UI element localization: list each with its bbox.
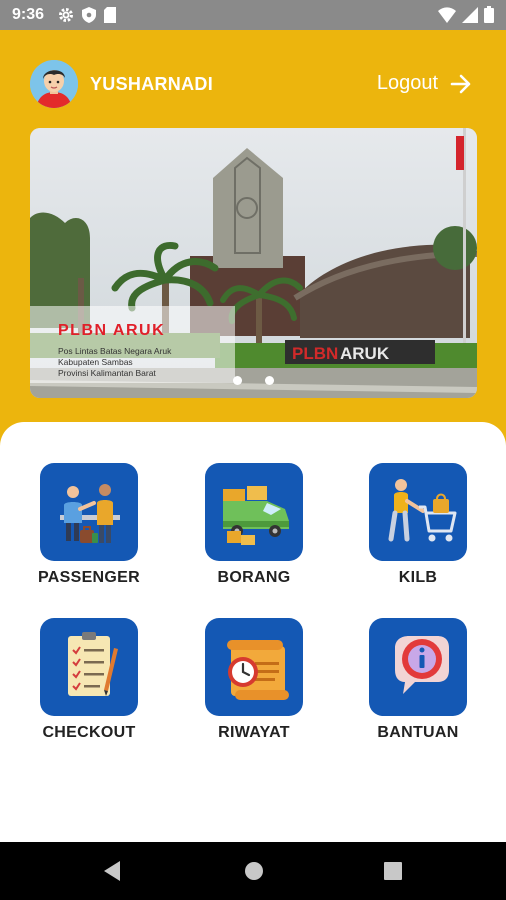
banner-carousel[interactable]: PLBN ARUK PLBN ARUK Pos Lintas Batas Neg… [30,128,477,398]
checklist-icon [68,632,118,696]
banner-line-3: Provinsi Kalimantan Barat [58,368,156,378]
menu-label-riwayat: RIWAYAT [218,724,290,741]
menu-label-passenger: PASSENGER [38,569,140,586]
settings-icon [59,8,74,22]
carousel-dot-2[interactable] [265,376,274,385]
sign-text-plbn: PLBN [292,344,338,363]
sign-text-aruk: ARUK [340,344,390,363]
passenger-icon [60,484,120,543]
menu-item-riwayat[interactable]: RIWAYAT [205,618,303,741]
recents-icon[interactable] [384,862,402,880]
menu-tile-passenger[interactable] [40,463,138,561]
menu-tile-kilb[interactable] [369,463,467,561]
menu-item-passenger[interactable]: PASSENGER [38,463,140,586]
arrow-right-icon [450,74,471,93]
logout-button[interactable]: Logout [377,72,472,95]
banner-title: PLBN ARUK [58,322,166,339]
back-icon[interactable] [102,860,122,882]
carousel-dot-1[interactable] [233,376,242,385]
truck-icon [223,486,289,545]
menu-label-bantuan: BANTUAN [377,724,459,741]
menu-item-borang[interactable]: BORANG [205,463,303,586]
menu-label-borang: BORANG [217,569,291,586]
shopping-cart-icon [388,479,457,542]
status-time: 9:36 [12,6,45,23]
username: YUSHARNADI [90,74,214,94]
status-bar: 9:36 [0,0,506,30]
avatar[interactable] [30,60,78,108]
menu-label-checkout: CHECKOUT [42,724,136,741]
user-avatar-icon [30,60,78,108]
logout-label: Logout [376,72,438,94]
menu-label-kilb: KILB [398,569,438,586]
menu-item-kilb[interactable]: KILB [369,463,467,586]
signal-icon [462,6,478,23]
sd-card-icon [104,7,117,23]
navigation-bar [0,842,506,900]
menu-tile-bantuan[interactable] [369,618,467,716]
shield-icon [82,7,97,23]
menu-tile-checkout[interactable] [40,618,138,716]
battery-icon [484,6,494,23]
menu-tile-borang[interactable] [205,463,303,561]
banner-line-1: Pos Lintas Batas Negara Aruk [58,346,172,356]
menu-item-bantuan[interactable]: BANTUAN [369,618,467,741]
help-info-icon [395,636,449,694]
menu-tile-riwayat[interactable] [205,618,303,716]
history-scroll-icon [227,640,289,700]
menu-item-checkout[interactable]: CHECKOUT [40,618,138,741]
home-icon[interactable] [244,861,264,881]
wifi-icon [438,6,456,23]
banner-line-2: Kabupaten Sambas [58,357,133,367]
